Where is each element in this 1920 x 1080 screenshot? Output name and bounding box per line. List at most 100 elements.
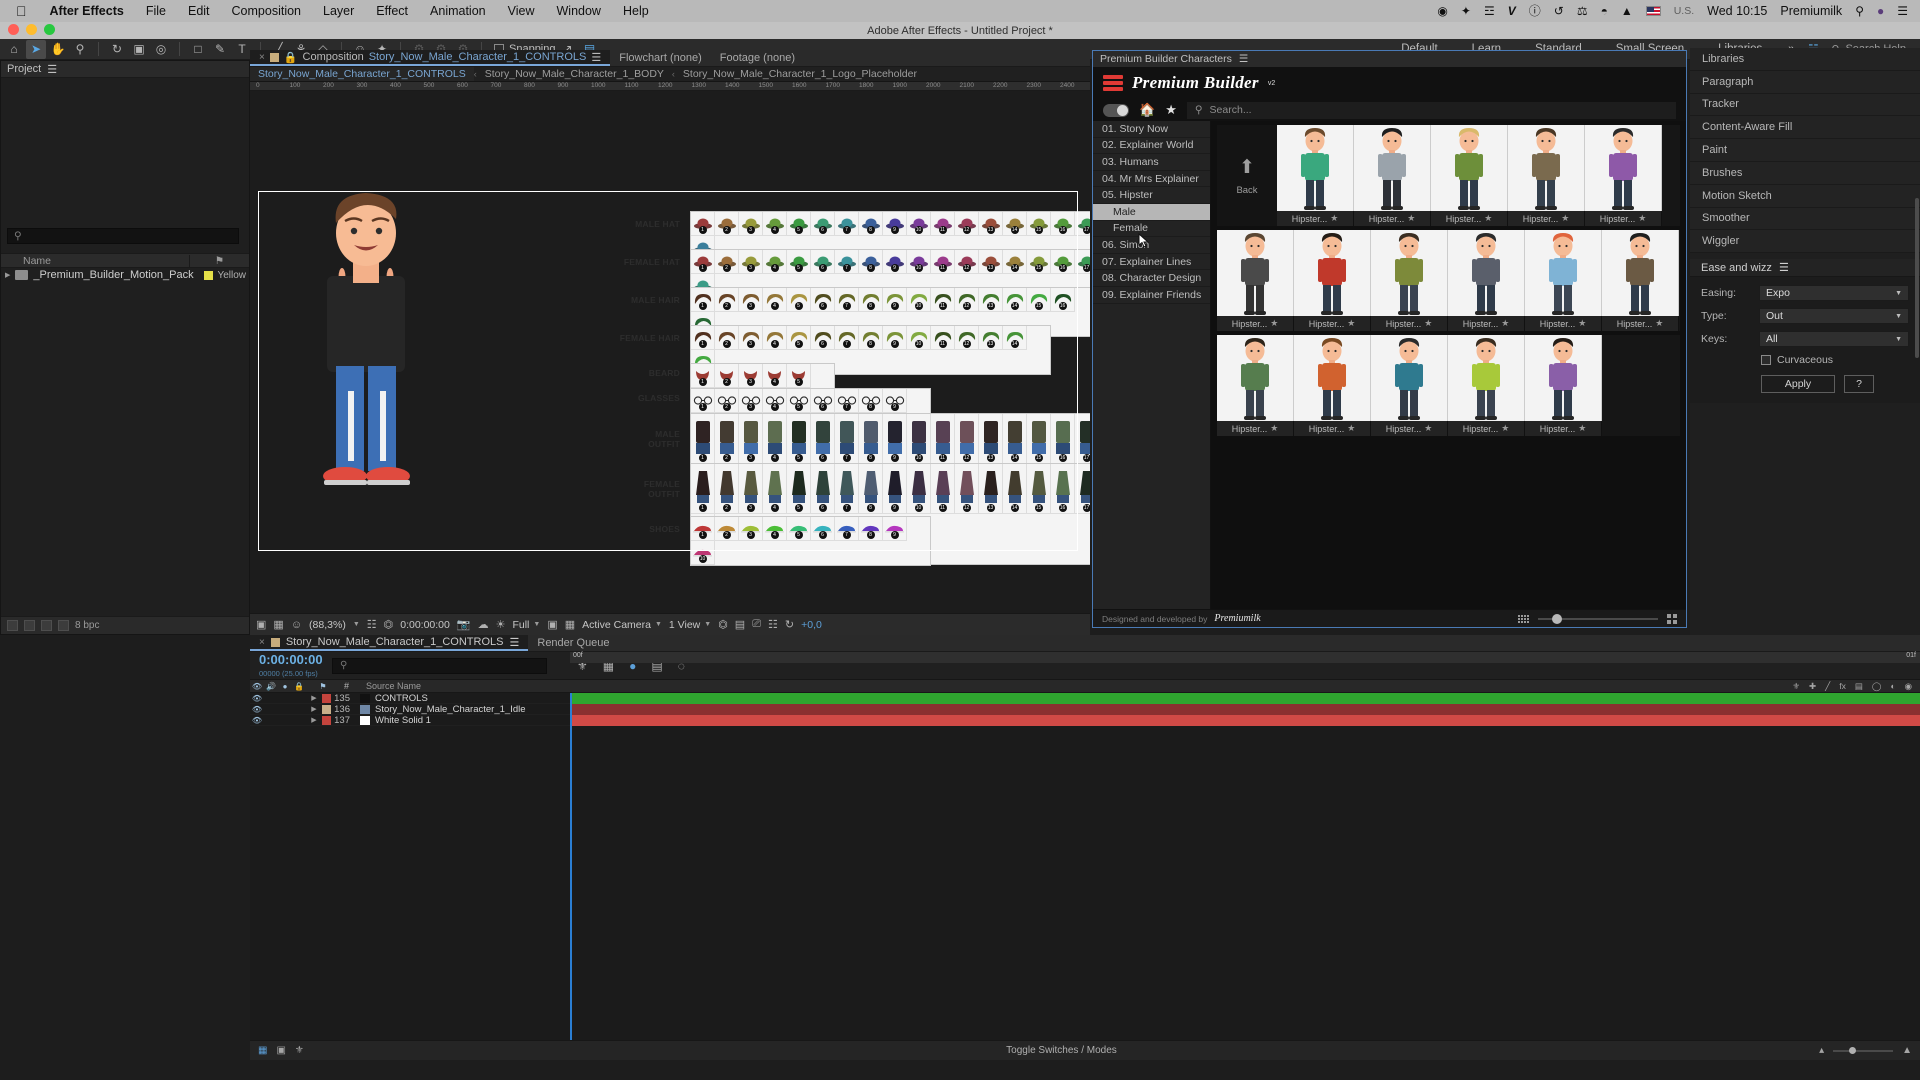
matte-icon[interactable]: ◐ (1890, 681, 1895, 692)
character-card[interactable]: Hipster... ★ (1371, 230, 1448, 331)
character-thumbnail[interactable] (1294, 335, 1371, 421)
comp-time[interactable]: 0:00:00:00 (400, 619, 450, 631)
sheet-item-cell[interactable]: 7 (835, 212, 859, 236)
video-toggle-icon[interactable]: 👁 (250, 682, 264, 691)
3d-icon[interactable]: ◉ (1905, 681, 1912, 692)
sheet-item-cell[interactable]: 5 (787, 250, 811, 274)
panel-menu-icon[interactable]: ☰ (591, 51, 601, 64)
lock-icon[interactable]: 🔒 (292, 682, 306, 691)
home-icon[interactable]: 🏠 (1139, 102, 1155, 118)
sheet-item-cell[interactable]: 9 (883, 288, 907, 312)
sheet-item-cell[interactable]: 10 (907, 326, 931, 350)
sheet-item-cell[interactable]: 14 (1003, 288, 1027, 312)
sheet-item-cell[interactable]: 17 (1075, 464, 1090, 514)
sheet-item-cell[interactable]: 6 (811, 326, 835, 350)
sheet-item-cell[interactable]: 15 (1027, 414, 1051, 464)
layer-label-color[interactable] (322, 704, 331, 714)
character-card[interactable]: Hipster... ★ (1294, 335, 1371, 436)
sheet-item-cell[interactable]: 9 (883, 414, 907, 464)
apple-icon[interactable]:  (8, 4, 39, 18)
character-thumbnail[interactable] (1448, 230, 1525, 316)
sheet-item-cell[interactable]: 3 (739, 389, 763, 413)
transparency-grid-icon[interactable]: ▦ (565, 618, 575, 631)
sheet-item-cell[interactable]: 1 (691, 250, 715, 274)
sheet-item-cell[interactable]: 9 (883, 250, 907, 274)
sheet-item-cell[interactable]: 12 (955, 326, 979, 350)
layer-name[interactable]: Story_Now_Male_Character_1_Idle (375, 704, 526, 715)
layer-label-color[interactable] (322, 693, 331, 703)
sheet-item-cell[interactable]: 10 (907, 414, 931, 464)
character-thumbnail[interactable] (1217, 230, 1294, 316)
project-settings-icon[interactable] (41, 620, 52, 631)
sheet-item-cell[interactable]: 8 (859, 250, 883, 274)
sheet-item-cell[interactable]: 6 (811, 517, 835, 541)
toggle-mask-icon[interactable]: ☺ (291, 619, 302, 631)
sheet-item-cell[interactable]: 4 (763, 517, 787, 541)
sheet-item-cell[interactable]: 4 (763, 288, 787, 312)
layer-name[interactable]: White Solid 1 (375, 715, 431, 726)
sheet-item-cell[interactable]: 1 (691, 288, 715, 312)
sheet-item-cell[interactable]: 7 (835, 517, 859, 541)
siri-icon[interactable]: ● (1877, 5, 1884, 17)
composition-viewer[interactable]: MALE HAT12345678910111213141516171819FEM… (250, 91, 1090, 613)
category-item-6[interactable]: Female (1093, 221, 1210, 238)
sheet-item-cell[interactable]: 13 (979, 464, 1003, 514)
chevron-right-icon[interactable]: ▶ (5, 271, 10, 279)
sheet-item-cell[interactable]: 5 (787, 517, 811, 541)
layer-name[interactable]: CONTROLS (375, 693, 428, 704)
parent-icon[interactable]: ⚜ (1792, 681, 1800, 692)
current-time-display[interactable]: 0:00:00:00 00000 (25.00 fps) (250, 653, 332, 679)
solo-icon[interactable]: ● (278, 682, 292, 691)
toggle-switches-modes-label[interactable]: Toggle Switches / Modes (1006, 1045, 1117, 1056)
panel-item-motion-sketch[interactable]: Motion Sketch (1690, 185, 1920, 208)
character-thumbnail[interactable] (1431, 125, 1508, 211)
tab-footage[interactable]: Footage (none) (711, 50, 804, 66)
sheet-item-cell[interactable]: 10 (907, 288, 931, 312)
sheet-item-cell[interactable]: 7 (835, 389, 859, 413)
sheet-item-cell[interactable]: 12 (955, 464, 979, 514)
sheet-item-cell[interactable]: 2 (715, 288, 739, 312)
graph-editor-icon[interactable]: ⚜ (295, 1045, 304, 1056)
character-thumbnail[interactable] (1354, 125, 1431, 211)
sheet-item-cell[interactable]: 8 (859, 517, 883, 541)
character-card[interactable]: Hipster... ★ (1602, 230, 1679, 331)
sheet-item-cell[interactable]: 8 (859, 326, 883, 350)
sheet-item-cell[interactable]: 3 (739, 464, 763, 514)
anchor-point-tool[interactable]: ◎ (151, 40, 171, 59)
sheet-item-cell[interactable]: 1 (691, 414, 715, 464)
sheet-item-cell[interactable]: 10 (907, 464, 931, 514)
sheet-item-cell[interactable]: 1 (691, 464, 715, 514)
sheet-item-cell[interactable]: 15 (1027, 288, 1051, 312)
exposure-value[interactable]: +0,0 (801, 619, 822, 631)
sheet-item-cell[interactable]: 16 (1051, 414, 1075, 464)
panel-item-tracker[interactable]: Tracker (1690, 94, 1920, 117)
search-icon[interactable]: ⚲ (1855, 5, 1864, 17)
lock-icon[interactable]: 🔒 (284, 51, 298, 64)
star-icon[interactable]: ★ (1270, 318, 1278, 329)
timeline-track-area[interactable]: 00f 01f (570, 652, 1920, 1040)
sheet-item-cell[interactable]: 17 (1075, 212, 1090, 236)
panel-menu-icon[interactable]: ☰ (1779, 261, 1789, 274)
character-card[interactable]: Hipster... ★ (1354, 125, 1431, 226)
sheet-item-cell[interactable]: 6 (811, 414, 835, 464)
sheet-item-cell[interactable]: 1 (691, 389, 715, 413)
star-icon[interactable]: ★ (1270, 423, 1278, 434)
sheet-item-cell[interactable]: 11 (931, 414, 955, 464)
sheet-item-cell[interactable]: 5 (787, 389, 811, 413)
vimeo-icon[interactable]: V (1508, 5, 1516, 17)
us-flag-icon[interactable] (1645, 6, 1661, 16)
character-card[interactable]: Hipster... ★ (1585, 125, 1662, 226)
reset-exposure-icon[interactable]: ↻ (785, 618, 794, 631)
apply-button[interactable]: Apply (1761, 375, 1835, 394)
input-source-label[interactable]: U.S. (1674, 5, 1694, 17)
sheet-item-cell[interactable]: 3 (739, 288, 763, 312)
sheet-item-cell[interactable]: 6 (811, 212, 835, 236)
back-button[interactable]: ⬆ Back (1217, 125, 1277, 226)
sheet-item-cell[interactable]: 2 (715, 326, 739, 350)
sheet-item-cell[interactable]: 13 (979, 250, 1003, 274)
curvaceous-row[interactable]: Curvaceous (1761, 354, 1909, 366)
region-of-interest-icon[interactable]: ☷ (367, 618, 377, 631)
sheet-item-cell[interactable]: 6 (811, 389, 835, 413)
category-item-3[interactable]: 04. Mr Mrs Explainer (1093, 171, 1210, 188)
sheet-item-cell[interactable]: 4 (763, 326, 787, 350)
